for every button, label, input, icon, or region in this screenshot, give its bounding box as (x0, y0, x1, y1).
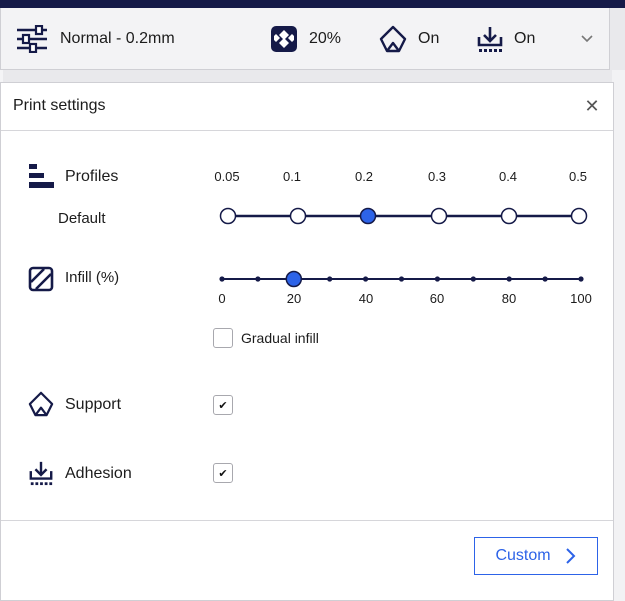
adhesion-icon (28, 460, 54, 486)
close-icon: ✕ (584, 96, 600, 116)
slider-tick (255, 276, 261, 282)
slider-tick (327, 276, 333, 282)
infill-tick-label: 40 (358, 291, 374, 306)
slider-tick (363, 276, 369, 282)
infill-summary[interactable]: 20% (270, 24, 341, 54)
support-checkbox[interactable]: ✔ (213, 395, 233, 415)
infill-tick-label: 80 (501, 291, 517, 306)
adhesion-label: Adhesion (65, 465, 132, 482)
profile-tick-label: 0.4 (498, 169, 518, 184)
panel-title: Print settings (13, 97, 106, 114)
close-button[interactable]: ✕ (581, 95, 603, 117)
gradual-infill-label: Gradual infill (241, 330, 319, 346)
custom-button-label: Custom (495, 547, 551, 564)
slider-tick (470, 276, 476, 282)
infill-tick-label: 100 (570, 291, 592, 306)
print-settings-panel: Print settings ✕ Profiles Default 0.05 0… (0, 82, 614, 601)
infill-slider-handle[interactable] (285, 270, 303, 288)
profiles-sublabel: Default (58, 210, 106, 227)
gradual-infill-checkbox[interactable] (213, 328, 233, 348)
checkmark-icon: ✔ (218, 467, 228, 480)
profile-option[interactable] (430, 207, 448, 225)
profile-option[interactable] (570, 207, 588, 225)
support-icon (379, 25, 407, 53)
layer-height-slider[interactable] (211, 203, 603, 229)
sliders-icon (15, 25, 49, 53)
checkmark-icon: ✔ (218, 399, 228, 412)
support-label: Support (65, 396, 122, 413)
profile-tick-label: 0.05 (214, 169, 240, 184)
infill-tick-label: 60 (429, 291, 445, 306)
expand-button[interactable] (579, 24, 595, 54)
profile-option[interactable] (289, 207, 307, 225)
infill-slider[interactable] (211, 266, 603, 292)
support-icon (28, 391, 54, 417)
slider-tick (434, 276, 440, 282)
infill-tick-label: 0 (218, 291, 226, 306)
profile-option[interactable] (500, 207, 518, 225)
slider-tick (219, 276, 225, 282)
divider (1, 130, 613, 131)
profile-summary[interactable]: Normal - 0.2mm (15, 24, 175, 54)
infill-icon (28, 266, 54, 292)
support-summary[interactable]: On (379, 24, 439, 54)
infill-pattern-icon (270, 25, 298, 53)
custom-button[interactable]: Custom (474, 537, 598, 575)
adhesion-value: On (514, 30, 536, 47)
profile-option-selected[interactable] (359, 207, 377, 225)
print-settings-header[interactable]: Normal - 0.2mm 20% On On (0, 8, 610, 70)
profiles-label: Profiles (65, 168, 119, 185)
divider (1, 520, 613, 521)
chevron-down-icon (579, 31, 595, 47)
slider-tick (398, 276, 405, 282)
slider-tick (542, 276, 548, 282)
slider-tick (506, 276, 512, 282)
profile-label: Normal - 0.2mm (60, 30, 175, 47)
profile-tick-label: 0.1 (282, 169, 302, 184)
profile-tick-label: 0.2 (354, 169, 374, 184)
adhesion-icon (476, 25, 504, 53)
profile-tick-label: 0.3 (427, 169, 447, 184)
slider-tick (578, 276, 584, 282)
adhesion-checkbox[interactable]: ✔ (213, 463, 233, 483)
support-value: On (418, 30, 440, 47)
infill-value: 20% (309, 30, 342, 47)
top-strip (0, 0, 625, 8)
profiles-icon (28, 162, 56, 190)
profile-tick-label: 0.5 (568, 169, 588, 184)
chevron-right-icon (565, 547, 577, 565)
infill-label: Infill (%) (65, 269, 120, 286)
adhesion-summary[interactable]: On (476, 24, 535, 54)
infill-tick-label: 20 (286, 291, 302, 306)
profile-option[interactable] (219, 207, 237, 225)
